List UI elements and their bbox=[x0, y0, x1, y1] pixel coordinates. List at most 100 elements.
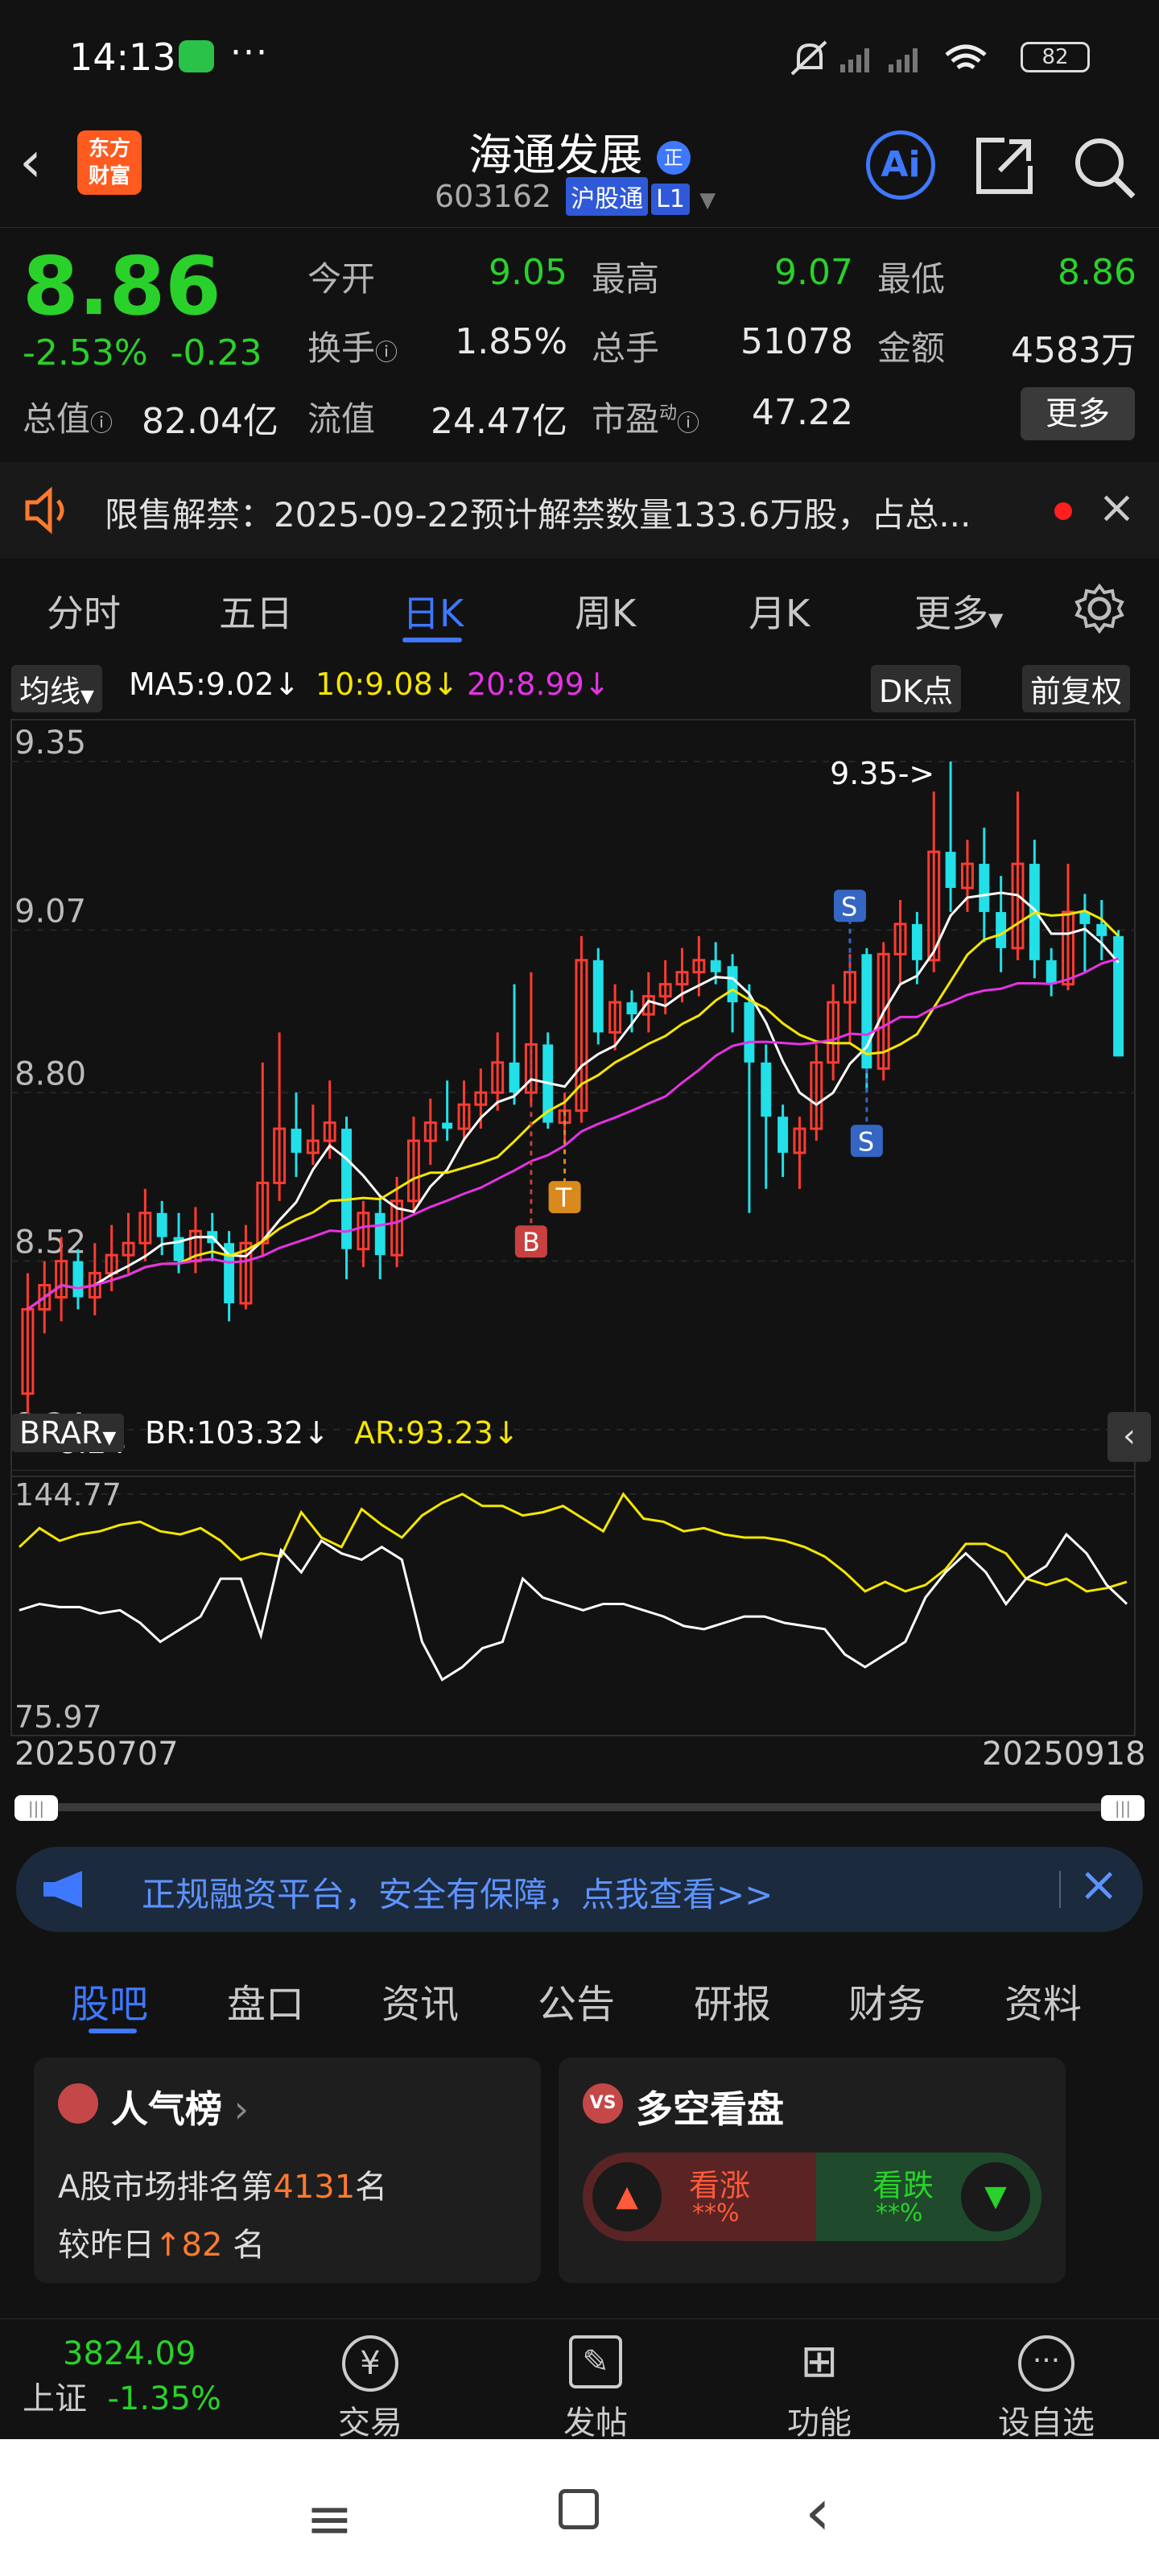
candle-body bbox=[979, 864, 990, 912]
tab-finance[interactable]: 财务 bbox=[848, 1972, 926, 2029]
tab-daily-k[interactable]: 日K bbox=[402, 584, 464, 638]
rank-change: 较昨日↑82 名 bbox=[58, 2227, 266, 2264]
stock-name: 海通发展 正 bbox=[451, 119, 708, 183]
notice-text: 限售解禁：2025-09-22预计解禁数量133.6万股，占总... bbox=[105, 495, 971, 535]
candle-body bbox=[727, 966, 738, 1003]
y-tick-label: 8.52 bbox=[14, 1224, 86, 1261]
open-label: 今开 bbox=[307, 259, 376, 299]
more-circle-icon: ··· bbox=[1018, 2335, 1074, 2392]
popularity-card[interactable]: 人气榜 › A股市场排名第4131名 较昨日↑82 名 bbox=[34, 2058, 541, 2283]
collapse-panel-icon[interactable]: ‹ bbox=[1107, 1412, 1151, 1462]
search-icon[interactable] bbox=[1070, 134, 1138, 201]
nav-post-label: 发帖 bbox=[563, 2405, 628, 2442]
x-start-date: 20250707 bbox=[14, 1736, 179, 1773]
stock-name-text: 海通发展 bbox=[468, 130, 643, 180]
section-tabs: 股吧 盘口 资讯 公告 研报 财务 资料 bbox=[0, 1948, 1159, 2045]
br-label: BR:103.32↓ bbox=[145, 1415, 329, 1451]
sub-indicator-select[interactable]: BRAR▼ bbox=[11, 1414, 125, 1452]
tab-five-day[interactable]: 五日 bbox=[219, 584, 293, 638]
nav-functions[interactable]: ⊞ 功能 bbox=[747, 2335, 892, 2443]
stock-code-row: 603162 沪股通 L1 ▼ bbox=[435, 177, 716, 216]
nav-watchlist-label: 设自选 bbox=[998, 2405, 1095, 2442]
volume-label: 总手 bbox=[592, 328, 660, 368]
sub-y-min: 75.97 bbox=[14, 1699, 102, 1735]
amount-value: 4583万 bbox=[1011, 330, 1136, 371]
index-quote[interactable]: 3824.09 上证 -1.35% bbox=[23, 2335, 264, 2419]
ma-select[interactable]: 均线▼ bbox=[11, 665, 102, 712]
candle-body bbox=[1096, 923, 1107, 936]
financing-ad-banner[interactable]: 正规融资平台，安全有保障，点我查看>> × bbox=[16, 1847, 1143, 1932]
notice-bar[interactable]: 限售解禁：2025-09-22预计解禁数量133.6万股，占总... × bbox=[0, 462, 1159, 559]
dk-point-button[interactable]: DK点 bbox=[871, 665, 962, 712]
high-price-marker: 9.35-> bbox=[830, 756, 934, 791]
range-left-handle[interactable]: ||| bbox=[14, 1795, 58, 1821]
long-short-title: 多空看盘 bbox=[636, 2087, 784, 2131]
turnover-value: 1.85% bbox=[455, 321, 567, 362]
nav-trade[interactable]: ¥ 交易 bbox=[298, 2335, 443, 2443]
wechat-icon bbox=[179, 40, 214, 72]
app-logo: 东方 财富 bbox=[77, 130, 142, 195]
more-quote-button[interactable]: 更多 bbox=[1021, 387, 1135, 440]
status-bar: 14:13 ··· 82 bbox=[0, 0, 1159, 113]
tab-intraday[interactable]: 分时 bbox=[47, 584, 121, 638]
candle-body bbox=[710, 960, 721, 972]
bullish-value: **% bbox=[692, 2199, 740, 2227]
nav-trade-label: 交易 bbox=[338, 2405, 402, 2442]
status-more-icon: ··· bbox=[230, 32, 269, 73]
quote-panel: 8.86 -2.53% -0.23 今开 9.05 最高 9.07 最低 8.8… bbox=[0, 227, 1159, 460]
nav-post[interactable]: ✎ 发帖 bbox=[523, 2335, 668, 2443]
tab-news[interactable]: 资讯 bbox=[382, 1972, 459, 2029]
signal-icon-2 bbox=[889, 48, 918, 72]
candle-body bbox=[777, 1117, 789, 1154]
volume-value: 51078 bbox=[740, 321, 853, 362]
share-icon[interactable] bbox=[972, 134, 1037, 198]
tab-research[interactable]: 研报 bbox=[694, 1972, 771, 2029]
tab-pankou[interactable]: 盘口 bbox=[227, 1972, 304, 2029]
back-icon[interactable]: ‹ bbox=[19, 129, 42, 195]
home-icon[interactable] bbox=[559, 2489, 599, 2529]
candle-body bbox=[156, 1212, 167, 1237]
logo-text-2: 财富 bbox=[88, 164, 130, 188]
nav-add-watchlist[interactable]: ··· 设自选 bbox=[974, 2335, 1119, 2443]
mktcap-value: 82.04亿 bbox=[142, 401, 278, 442]
tab-announcements[interactable]: 公告 bbox=[538, 1972, 615, 2029]
tab-guba[interactable]: 股吧 bbox=[71, 1972, 148, 2029]
bearish-value: **% bbox=[876, 2199, 923, 2227]
chevron-down-icon[interactable]: ▼ bbox=[699, 188, 716, 213]
candle-body bbox=[291, 1129, 302, 1154]
tab-monthly-k[interactable]: 月K bbox=[749, 584, 810, 638]
section-tab-indicator bbox=[89, 2029, 137, 2033]
ar-line bbox=[18, 1492, 1128, 1593]
settings-gear-icon[interactable] bbox=[1074, 583, 1125, 634]
market-rank: A股市场排名第4131名 bbox=[58, 2169, 388, 2206]
range-right-handle[interactable]: ||| bbox=[1101, 1795, 1145, 1821]
speaker-icon bbox=[25, 486, 64, 535]
adjust-button[interactable]: 前复权 bbox=[1022, 665, 1131, 712]
back-nav-icon[interactable]: ‹ bbox=[805, 2475, 831, 2549]
menu-icon[interactable]: ≡ bbox=[306, 2486, 353, 2552]
index-pct: -1.35% bbox=[107, 2380, 221, 2417]
yuan-trade-icon: ¥ bbox=[342, 2335, 398, 2392]
candle-body bbox=[72, 1261, 84, 1298]
low-value: 8.86 bbox=[1058, 252, 1136, 293]
ad-close-icon[interactable]: × bbox=[1079, 1856, 1119, 1913]
long-short-card[interactable]: VS 多空看盘 ▲ ▼ 看涨 **% 看跌 **% bbox=[559, 2058, 1066, 2283]
tab-more[interactable]: 更多▼ bbox=[914, 584, 1003, 638]
high-label: 最高 bbox=[592, 259, 660, 299]
ma20-label: 20:8.99↓ bbox=[467, 667, 610, 702]
active-tab-indicator bbox=[402, 638, 462, 642]
bullish-up-icon[interactable]: ▲ bbox=[592, 2162, 662, 2231]
hk-connect-tag: 沪股通 bbox=[566, 177, 649, 216]
bearish-down-icon[interactable]: ▼ bbox=[961, 2162, 1030, 2231]
rank-chart-icon bbox=[58, 2083, 98, 2124]
candlestick-plot[interactable]: 9.359.078.808.528.249.35-><-8.24BTSS bbox=[0, 713, 1159, 1486]
ai-assistant-button[interactable]: Ai bbox=[866, 130, 935, 200]
pe-value: 47.22 bbox=[752, 392, 853, 433]
range-scrollbar[interactable] bbox=[16, 1803, 1143, 1811]
kline-chart-area[interactable]: 均线▼ MA5:9.02↓ 10:9.08↓ 20:8.99↓ DK点 前复权 … bbox=[0, 657, 1159, 1840]
grid-functions-icon: ⊞ bbox=[800, 2335, 839, 2388]
close-icon[interactable]: × bbox=[1098, 481, 1136, 534]
tab-weekly-k[interactable]: 周K bbox=[575, 584, 636, 638]
y-tick-label: 8.80 bbox=[14, 1055, 86, 1092]
tab-profile[interactable]: 资料 bbox=[1004, 1972, 1082, 2029]
